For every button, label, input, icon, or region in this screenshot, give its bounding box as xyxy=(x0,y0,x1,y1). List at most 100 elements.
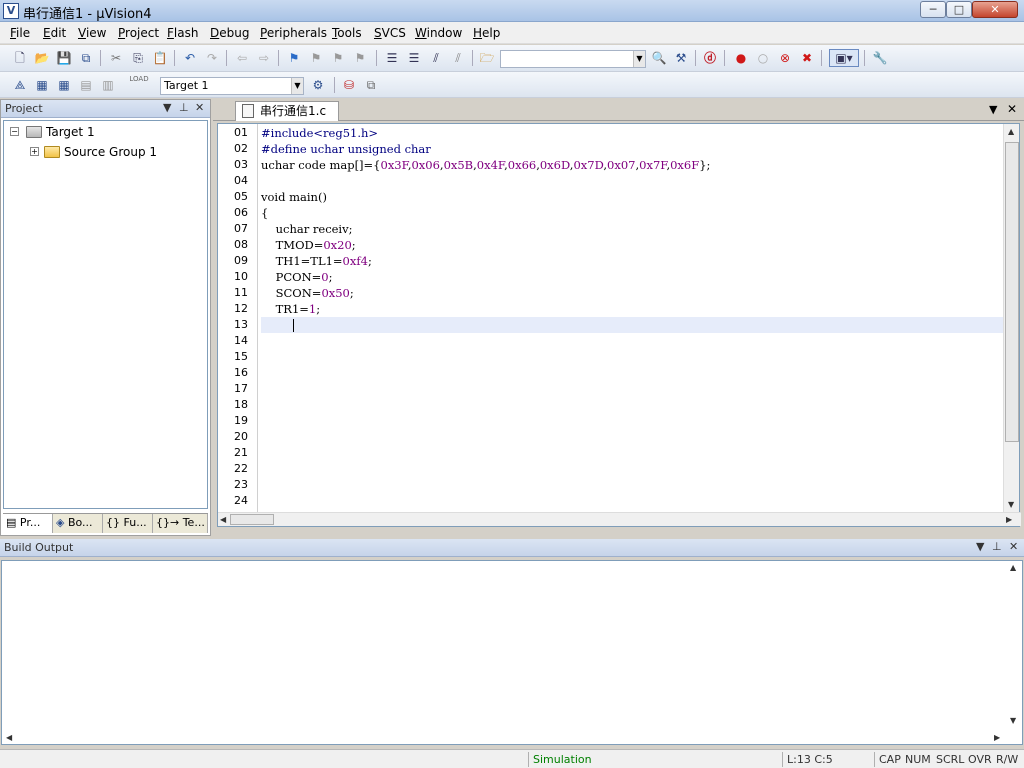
tab-project[interactable]: ▤ Pr... xyxy=(3,514,53,533)
output-scroll-left-icon[interactable]: ◀ xyxy=(6,733,12,742)
tree-item-target[interactable]: − Target 1 xyxy=(8,123,198,141)
code-line[interactable]: uchar code map[]={0x3F,0x06,0x5B,0x4F,0x… xyxy=(261,157,1005,173)
horizontal-scrollbar[interactable]: ◀ ▶ xyxy=(218,512,1021,526)
copy-icon[interactable]: ⎘ xyxy=(130,50,146,66)
incremental-find-icon[interactable]: ⚒ xyxy=(673,50,689,66)
select-packs-icon[interactable]: ⧉ xyxy=(363,77,379,93)
insert-breakpoint-icon[interactable]: ● xyxy=(733,50,749,66)
menu-project[interactable]: Project xyxy=(118,26,159,40)
code-text[interactable]: #include<reg51.h> #define uchar unsigned… xyxy=(261,124,1005,514)
menu-peripherals[interactable]: Peripherals xyxy=(260,26,327,40)
output-scroll-right-icon[interactable]: ▶ xyxy=(994,733,1000,742)
menu-edit[interactable]: Edit xyxy=(43,26,66,40)
rebuild-icon[interactable]: ▦ xyxy=(56,77,72,93)
editor-close-icon[interactable]: ✕ xyxy=(1007,102,1017,116)
tab-functions[interactable]: {} Fu... xyxy=(103,514,153,533)
save-all-icon[interactable]: ⧉ xyxy=(78,50,94,66)
menu-help[interactable]: Help xyxy=(473,26,500,40)
navigate-back-icon[interactable]: ⇦ xyxy=(234,50,250,66)
build-panel-menu-arrow-icon[interactable]: ▼ xyxy=(976,540,984,553)
minimize-button[interactable]: ─ xyxy=(920,1,946,18)
find-icon[interactable]: 🔍 xyxy=(651,50,667,66)
output-scroll-down-icon[interactable]: ▼ xyxy=(1010,716,1016,725)
code-line[interactable]: TMOD=0x20; xyxy=(261,237,1005,253)
open-folder-icon[interactable]: 📂 xyxy=(34,50,50,66)
build-icon[interactable]: ▦ xyxy=(34,77,50,93)
manage-components-icon[interactable]: ⛁ xyxy=(341,77,357,93)
code-line[interactable]: TR1=1; xyxy=(261,301,1005,317)
code-line[interactable]: PCON=0; xyxy=(261,269,1005,285)
configure-icon[interactable]: 🔧 xyxy=(872,50,888,66)
unindent-icon[interactable]: ☰ xyxy=(406,50,422,66)
enable-breakpoint-icon[interactable]: ○ xyxy=(755,50,771,66)
code-line[interactable]: { xyxy=(261,205,1005,221)
menu-file[interactable]: File xyxy=(10,26,30,40)
next-bookmark-icon[interactable]: ⚑ xyxy=(330,50,346,66)
save-icon[interactable]: 💾 xyxy=(56,50,72,66)
horizontal-scroll-thumb[interactable] xyxy=(230,514,274,525)
find-combo-arrow-icon[interactable]: ▼ xyxy=(633,51,645,67)
stop-build-icon[interactable]: ▥ xyxy=(100,77,116,93)
build-panel-close-icon[interactable]: ✕ xyxy=(1009,540,1018,553)
menu-view[interactable]: View xyxy=(78,26,106,40)
panel-close-icon[interactable]: ✕ xyxy=(195,101,204,114)
target-combo[interactable]: Target 1 ▼ xyxy=(160,77,304,95)
scroll-down-icon[interactable]: ▼ xyxy=(1008,500,1014,509)
uvision-app-icon[interactable]: V xyxy=(3,3,19,19)
window-layout-icon[interactable]: ▣▾ xyxy=(829,49,859,67)
vertical-scrollbar[interactable]: ▲ ▼ xyxy=(1003,124,1019,514)
current-code-line[interactable] xyxy=(261,317,1005,333)
target-options-icon[interactable]: ⚙ xyxy=(310,77,326,93)
code-line[interactable]: uchar receiv; xyxy=(261,221,1005,237)
find-combo[interactable]: ▼ xyxy=(500,50,646,68)
pin-icon[interactable]: ⊥ xyxy=(179,101,189,114)
scroll-right-icon[interactable]: ▶ xyxy=(1006,515,1012,524)
code-line[interactable]: #define uchar unsigned char xyxy=(261,141,1005,157)
build-panel-pin-icon[interactable]: ⊥ xyxy=(992,540,1002,553)
find-in-files-icon[interactable]: 🗁 xyxy=(479,50,495,66)
debug-session-icon[interactable]: ⓓ xyxy=(702,50,718,66)
comment-icon[interactable]: ⫽ xyxy=(428,50,444,66)
collapse-icon[interactable]: − xyxy=(10,127,19,136)
vertical-scroll-thumb[interactable] xyxy=(1005,142,1019,442)
paste-icon[interactable]: 📋 xyxy=(152,50,168,66)
undo-icon[interactable]: ↶ xyxy=(182,50,198,66)
prev-bookmark-icon[interactable]: ⚑ xyxy=(308,50,324,66)
panel-menu-arrow-icon[interactable]: ▼ xyxy=(163,101,171,114)
cut-icon[interactable]: ✂ xyxy=(108,50,124,66)
bookmark-icon[interactable]: ⚑ xyxy=(286,50,302,66)
scroll-left-icon[interactable]: ◀ xyxy=(220,515,226,524)
code-line[interactable]: TH1=TL1=0xf4; xyxy=(261,253,1005,269)
indent-icon[interactable]: ☰ xyxy=(384,50,400,66)
disable-breakpoints-icon[interactable]: ⊗ xyxy=(777,50,793,66)
redo-icon[interactable]: ↷ xyxy=(204,50,220,66)
menu-tools[interactable]: Tools xyxy=(332,26,362,40)
build-output-text[interactable]: ▲ ▼ ◀ ▶ xyxy=(1,560,1023,745)
target-combo-arrow-icon[interactable]: ▼ xyxy=(291,78,303,94)
translate-icon[interactable]: ⟁ xyxy=(12,77,28,93)
file-tab[interactable]: 串行通信1.c xyxy=(235,101,339,121)
download-icon[interactable]: LOAD xyxy=(128,75,150,95)
clear-bookmarks-icon[interactable]: ⚑ xyxy=(352,50,368,66)
menu-debug[interactable]: Debug xyxy=(210,26,249,40)
menu-flash[interactable]: Flash xyxy=(167,26,198,40)
code-line[interactable]: SCON=0x50; xyxy=(261,285,1005,301)
menu-svcs[interactable]: SVCS xyxy=(374,26,406,40)
tab-books[interactable]: ◈ Bo... xyxy=(53,514,103,533)
tab-templates[interactable]: {}→ Te... xyxy=(153,514,208,533)
code-line[interactable] xyxy=(261,173,1005,189)
batch-build-icon[interactable]: ▤ xyxy=(78,77,94,93)
menu-window[interactable]: Window xyxy=(415,26,462,40)
close-button[interactable]: ✕ xyxy=(972,1,1018,18)
kill-breakpoints-icon[interactable]: ✖ xyxy=(799,50,815,66)
code-line[interactable]: void main() xyxy=(261,189,1005,205)
tree-item-source-group[interactable]: + Source Group 1 xyxy=(28,143,198,161)
new-file-icon[interactable]: 🗋 xyxy=(12,50,28,66)
code-editor[interactable]: 01 02 03 04 05 06 07 08 09 10 11 12 13 1… xyxy=(217,123,1021,527)
maximize-button[interactable]: □ xyxy=(946,1,972,18)
expand-icon[interactable]: + xyxy=(30,147,39,156)
output-scroll-up-icon[interactable]: ▲ xyxy=(1010,563,1016,572)
navigate-forward-icon[interactable]: ⇨ xyxy=(256,50,272,66)
scroll-up-icon[interactable]: ▲ xyxy=(1008,127,1014,136)
uncomment-icon[interactable]: ⫽ xyxy=(450,50,466,66)
